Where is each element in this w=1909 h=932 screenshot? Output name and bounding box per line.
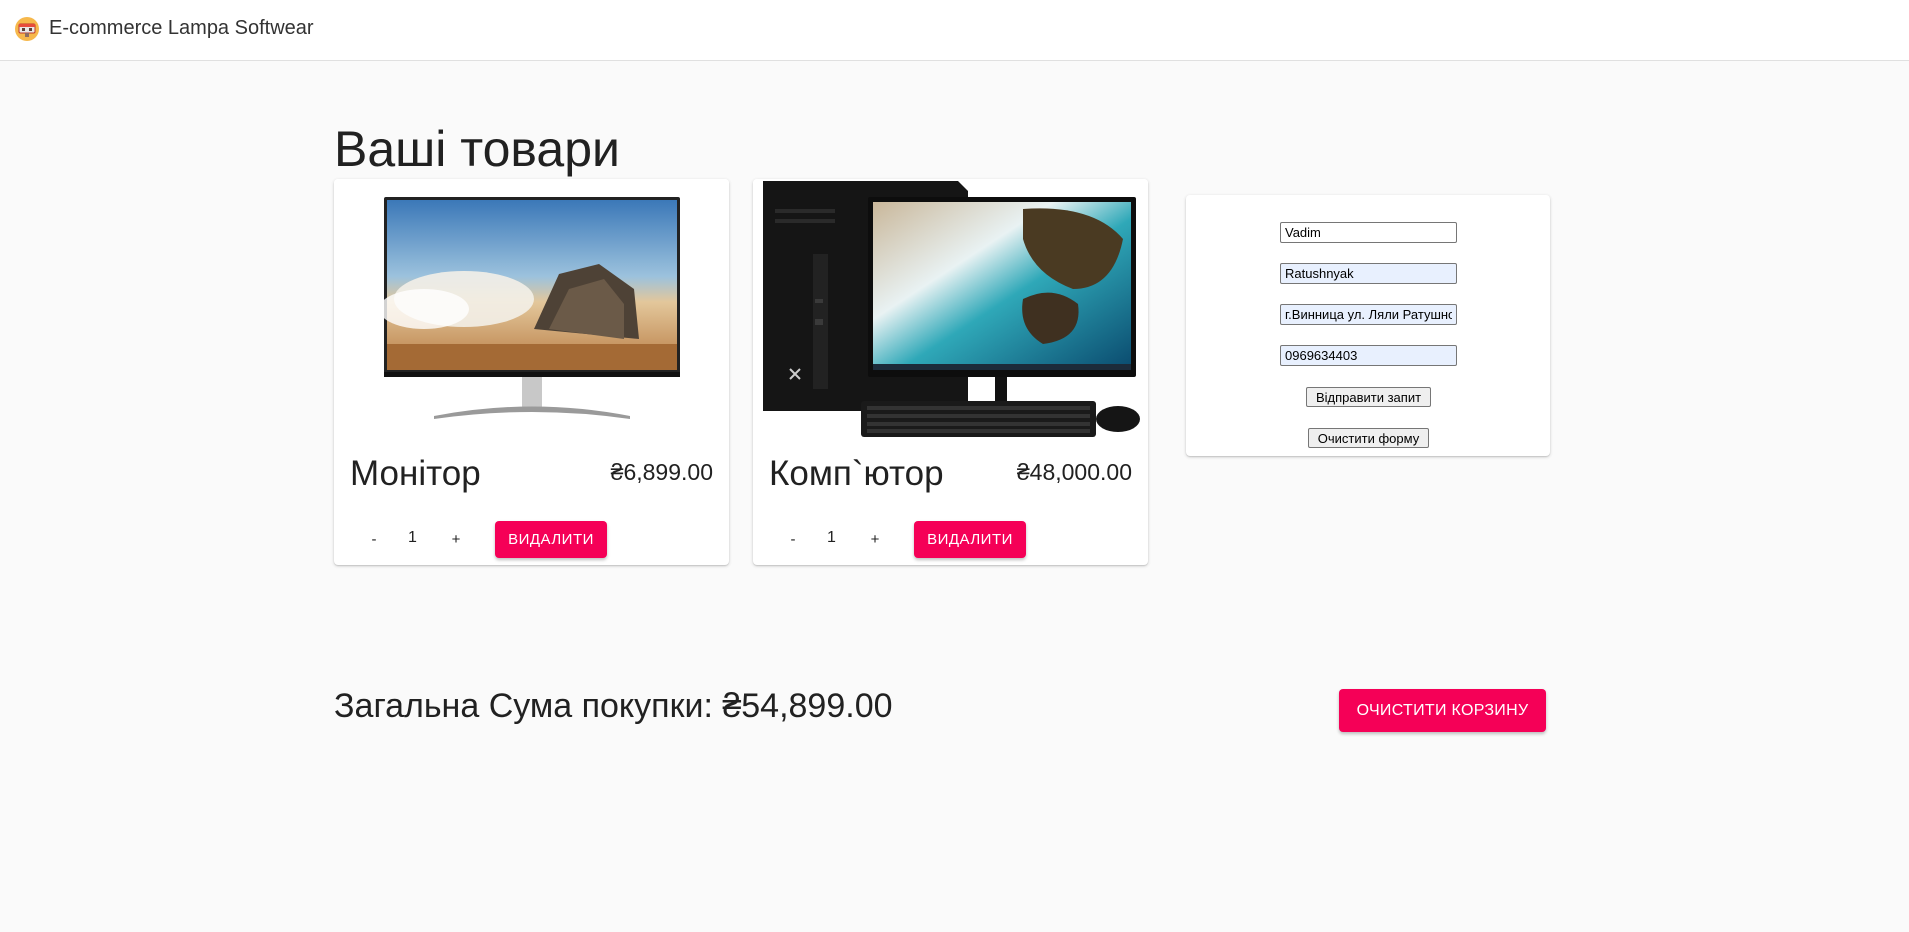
product-card: Комп`ютор ₴48,000.00 - 1 + ВИДАЛИТИ	[753, 179, 1148, 565]
monitor-image	[334, 179, 729, 444]
clear-cart-button[interactable]: ОЧИСТИТИ КОРЗИНУ	[1339, 689, 1546, 732]
page-title: Ваші товари	[334, 121, 620, 177]
product-price: ₴48,000.00	[1016, 459, 1132, 485]
product-name: Монітор	[350, 454, 481, 493]
product-price: ₴6,899.00	[610, 459, 713, 485]
app-bar: E-commerce Lampa Softwear	[0, 0, 1909, 61]
increase-quantity-button[interactable]: +	[860, 525, 890, 553]
first-name-input[interactable]	[1280, 222, 1457, 243]
product-name: Комп`ютор	[769, 454, 944, 493]
cart-total: Загальна Сума покупки: ₴54,899.00	[334, 687, 893, 725]
quantity-value: 1	[408, 529, 417, 546]
app-title: E-commerce Lampa Softwear	[49, 17, 314, 39]
decrease-quantity-button[interactable]: -	[359, 525, 389, 553]
address-input[interactable]	[1280, 304, 1457, 325]
phone-input[interactable]	[1280, 345, 1457, 366]
last-name-input[interactable]	[1280, 263, 1457, 284]
product-card: Монітор ₴6,899.00 - 1 + ВИДАЛИТИ	[334, 179, 729, 565]
quantity-value: 1	[827, 529, 836, 546]
submit-request-button[interactable]: Відправити запит	[1306, 387, 1431, 407]
computer-image	[753, 179, 1148, 444]
delete-button[interactable]: ВИДАЛИТИ	[495, 521, 607, 558]
order-form: Відправити запит Очистити форму	[1186, 195, 1550, 456]
delete-button[interactable]: ВИДАЛИТИ	[914, 521, 1026, 558]
increase-quantity-button[interactable]: +	[441, 525, 471, 553]
decrease-quantity-button[interactable]: -	[778, 525, 808, 553]
clear-form-button[interactable]: Очистити форму	[1308, 428, 1429, 448]
lamp-logo-icon	[15, 17, 39, 41]
